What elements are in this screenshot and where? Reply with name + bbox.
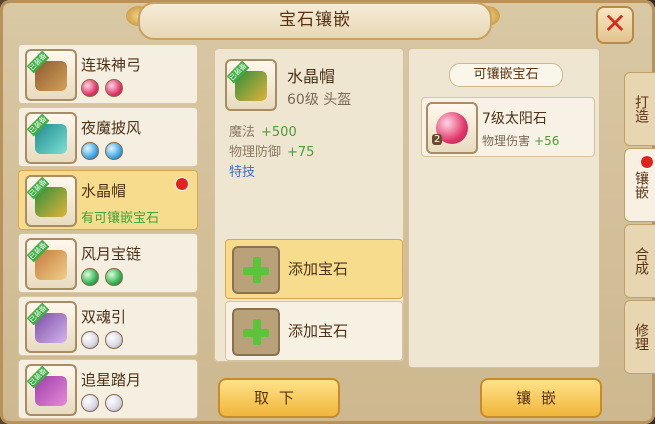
stat-value: +75 (287, 145, 315, 160)
gem-effect-value: +56 (534, 134, 560, 148)
gem-card[interactable]: 2 7级太阳石 物理伤害 +56 (421, 97, 595, 157)
inlay-button[interactable]: 镶嵌 (480, 378, 602, 418)
sun-stone-icon: 2 (426, 102, 478, 154)
equipment-name: 追星踏月 (81, 371, 142, 389)
white-gem-icon (105, 394, 123, 412)
blue-gem-icon (105, 142, 123, 160)
available-gems-panel: 可镶嵌宝石 2 7级太阳石 物理伤害 +56 (408, 48, 600, 368)
gem-name: 7级太阳石 (482, 111, 547, 127)
add-gem-icon (232, 246, 280, 294)
inlay-available-note: 有可镶嵌宝石 (81, 211, 160, 226)
equipment-name: 风月宝链 (81, 245, 142, 263)
equipment-item-2[interactable]: 已装备 夜魔披风 (18, 107, 198, 167)
window-title: 宝石镶嵌 (138, 2, 492, 40)
blue-gem-icon (81, 142, 99, 160)
equipment-item-3[interactable]: 已装备 水晶帽 有可镶嵌宝石 (18, 170, 198, 230)
necklace-icon: 已装备 (25, 238, 77, 290)
green-gem-icon (105, 268, 123, 286)
equipment-item-4[interactable]: 已装备 风月宝链 (18, 233, 198, 293)
cape-icon: 已装备 (25, 112, 77, 164)
equipment-name: 连珠神弓 (81, 56, 142, 74)
tab-forge[interactable]: 打造 (624, 72, 655, 146)
tab-compose[interactable]: 合成 (624, 224, 655, 298)
equipment-item-5[interactable]: 已装备 双魂引 (18, 296, 198, 356)
gem-sockets (81, 394, 123, 412)
detail-name: 水晶帽 (287, 67, 336, 86)
helmet-icon: 已装备 (25, 175, 77, 227)
gem-sockets (81, 142, 123, 160)
gem-effect: 物理伤害 +56 (482, 132, 559, 149)
white-gem-icon (81, 331, 99, 349)
gem-slot-label: 添加宝石 (288, 260, 349, 278)
stat-row: 魔法 +500 (229, 121, 297, 140)
pink-gem-icon (105, 79, 123, 97)
gem-count: 2 (432, 134, 443, 145)
equipment-list: 已装备 连珠神弓 已装备 夜魔披风 已装备 水晶帽 有可镶嵌宝石 已装备 风月宝… (18, 44, 204, 422)
stat-value: +500 (261, 125, 297, 140)
bow-icon: 已装备 (25, 49, 77, 101)
equipment-name: 水晶帽 (81, 182, 127, 200)
white-gem-icon (105, 331, 123, 349)
gem-sockets (81, 79, 123, 97)
equipment-item-6[interactable]: 已装备 追星踏月 (18, 359, 198, 419)
stat-row: 物理防御 +75 (229, 141, 314, 160)
pink-gem-icon (81, 79, 99, 97)
available-gems-title: 可镶嵌宝石 (449, 63, 563, 87)
white-gem-icon (81, 394, 99, 412)
special-skill-label[interactable]: 特技 (229, 161, 255, 180)
alert-dot (175, 177, 189, 191)
gem-slot-1[interactable]: 添加宝石 (225, 239, 403, 299)
equipment-detail-panel: 已装备 水晶帽 60级 头盔 魔法 +500 物理防御 +75 特技 添加宝石 添加… (214, 48, 404, 362)
add-gem-icon (232, 308, 280, 356)
gem-slot-label: 添加宝石 (288, 322, 349, 340)
gem-effect-label: 物理伤害 (482, 134, 531, 148)
remove-button[interactable]: 取下 (218, 378, 340, 418)
tab-repair[interactable]: 修理 (624, 300, 655, 374)
weapon-icon: 已装备 (25, 301, 77, 353)
close-button[interactable]: ✕ (596, 6, 634, 44)
equipment-name: 夜魔披风 (81, 119, 142, 137)
alert-dot (640, 155, 654, 169)
gem-sockets (81, 331, 123, 349)
detail-level-slot: 60级 头盔 (287, 92, 352, 108)
boots-icon: 已装备 (25, 364, 77, 416)
helmet-icon: 已装备 (225, 59, 277, 111)
green-gem-icon (81, 268, 99, 286)
stat-label: 物理防御 (229, 145, 282, 160)
gem-sockets (81, 268, 123, 286)
equipment-name: 双魂引 (81, 308, 127, 326)
equipment-item-1[interactable]: 已装备 连珠神弓 (18, 44, 198, 104)
stat-label: 魔法 (229, 125, 256, 140)
gem-slot-2[interactable]: 添加宝石 (225, 301, 403, 361)
